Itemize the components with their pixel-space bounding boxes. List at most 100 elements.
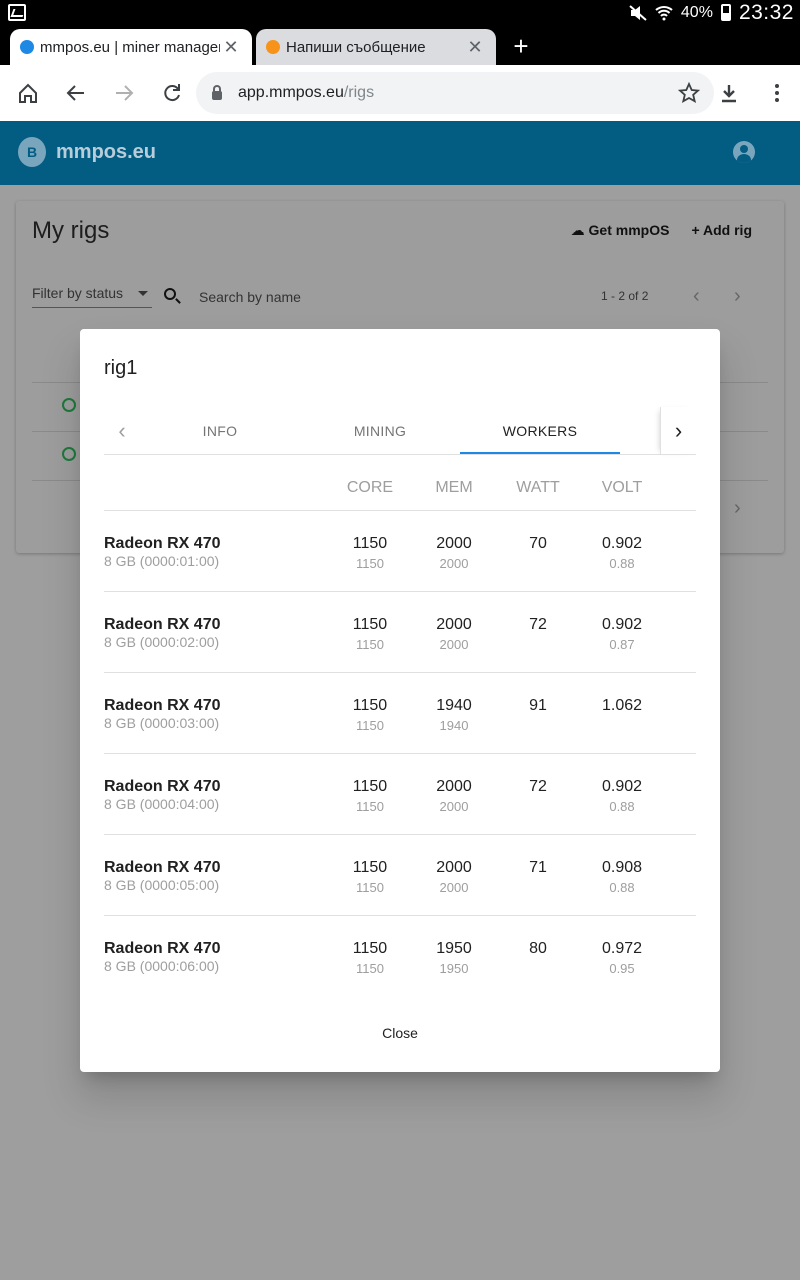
core-clock-target: 1150 xyxy=(356,799,384,814)
table-row: Radeon RX 470 8 GB (0000:03:00) 1150 1150… xyxy=(104,673,696,754)
more-menu-icon[interactable] xyxy=(761,77,793,109)
bookmark-star-icon[interactable] xyxy=(673,77,705,109)
mute-icon xyxy=(629,4,647,21)
power-watt: 72 xyxy=(529,616,547,633)
voltage-target: 0.88 xyxy=(609,556,635,571)
next-page-icon[interactable]: › xyxy=(734,285,741,308)
mem-clock-target: 1950 xyxy=(439,961,469,976)
gpu-memory-slot: 8 GB (0000:06:00) xyxy=(104,958,220,974)
browser-toolbar: app.mmpos.eu/rigs xyxy=(0,65,800,121)
tabs-scroll-right-icon[interactable]: › xyxy=(660,407,696,455)
new-tab-plus-icon[interactable]: + xyxy=(508,32,534,60)
voltage: 0.902 xyxy=(601,616,643,633)
workers-table-header: CORE MEM WATT VOLT xyxy=(104,463,696,511)
tab-workers[interactable]: WORKERS xyxy=(460,407,620,455)
gallery-notification-icon xyxy=(8,4,26,21)
core-clock-target: 1150 xyxy=(356,718,384,733)
voltage-target: 0.88 xyxy=(609,880,635,895)
wifi-icon xyxy=(655,5,673,21)
cloud-download-icon: ☁ xyxy=(570,222,589,238)
table-row: Radeon RX 470 8 GB (0000:04:00) 1150 1150… xyxy=(104,754,696,835)
mem-clock: 2000 xyxy=(436,535,472,552)
gpu-memory-slot: 8 GB (0000:03:00) xyxy=(104,715,220,731)
voltage: 0.902 xyxy=(601,535,643,552)
power-watt: 70 xyxy=(529,535,547,552)
gpu-name: Radeon RX 470 xyxy=(104,778,221,795)
status-ok-icon xyxy=(62,447,76,461)
clock: 23:32 xyxy=(738,0,794,24)
bitcoin-favicon-icon xyxy=(266,40,280,54)
close-tab-icon[interactable]: ✕ xyxy=(464,37,486,58)
prev-page-icon[interactable]: ‹ xyxy=(693,285,700,308)
table-row: Radeon RX 470 8 GB (0000:06:00) 1150 1150… xyxy=(104,916,696,997)
browser-tab-mmpos[interactable]: mmpos.eu | miner management ✕ xyxy=(10,29,252,65)
core-clock-target: 1150 xyxy=(356,556,384,571)
status-filter-select[interactable]: Filter by status xyxy=(32,285,152,308)
get-mmpos-button[interactable]: ☁ Get mmpOS xyxy=(571,222,670,239)
url-domain: app.mmpos.eu xyxy=(238,84,344,101)
gpu-memory-slot: 8 GB (0000:01:00) xyxy=(104,553,220,569)
mem-clock-target: 2000 xyxy=(439,799,469,814)
voltage-target: 0.87 xyxy=(609,637,635,652)
app-header: mmpos.eu xyxy=(0,121,800,185)
mmpos-favicon-icon xyxy=(20,40,34,54)
gpu-name: Radeon RX 470 xyxy=(104,616,221,633)
column-core: CORE xyxy=(346,479,394,496)
mem-clock-target: 2000 xyxy=(439,556,469,571)
chevron-down-icon xyxy=(138,291,148,296)
gpu-memory-slot: 8 GB (0000:02:00) xyxy=(104,634,220,650)
get-mmpos-label: Get mmpOS xyxy=(588,222,670,238)
dialog-tabs: ‹ INFO MINING WORKERS › xyxy=(104,407,696,455)
back-arrow-icon[interactable] xyxy=(60,77,92,109)
core-clock: 1150 xyxy=(352,859,388,876)
brand-name: mmpos.eu xyxy=(56,141,157,163)
url-path: /rigs xyxy=(343,84,375,101)
tab-title: mmpos.eu | miner management xyxy=(40,38,220,56)
mem-clock: 1950 xyxy=(436,940,472,957)
column-volt: VOLT xyxy=(601,479,643,496)
close-tab-icon[interactable]: ✕ xyxy=(220,37,242,58)
pagination-range: 1 - 2 of 2 xyxy=(601,289,649,303)
download-icon[interactable] xyxy=(713,77,745,109)
table-row: Radeon RX 470 8 GB (0000:02:00) 1150 1150… xyxy=(104,592,696,673)
core-clock: 1150 xyxy=(352,697,388,714)
core-clock-target: 1150 xyxy=(356,880,384,895)
browser-tab-message[interactable]: Напиши съобщение ✕ xyxy=(256,29,496,65)
power-watt: 80 xyxy=(529,940,547,957)
page-title: My rigs xyxy=(32,217,110,244)
mem-clock: 2000 xyxy=(436,778,472,795)
tab-mining[interactable]: MINING xyxy=(300,407,460,455)
status-ok-icon xyxy=(62,398,76,412)
column-mem: MEM xyxy=(435,479,473,496)
account-icon[interactable] xyxy=(733,141,755,163)
table-row: Radeon RX 470 8 GB (0000:01:00) 1150 1150… xyxy=(104,511,696,592)
voltage-target: 0.95 xyxy=(609,961,635,976)
tab-info[interactable]: INFO xyxy=(140,407,300,455)
gpu-name: Radeon RX 470 xyxy=(104,535,221,552)
status-bar: 40% 23:32 xyxy=(0,0,800,25)
lock-icon xyxy=(212,84,222,100)
reload-icon[interactable] xyxy=(156,77,188,109)
power-watt: 72 xyxy=(529,778,547,795)
core-clock-target: 1150 xyxy=(356,961,384,976)
browser-tab-strip: mmpos.eu | miner management ✕ Напиши съо… xyxy=(0,25,800,65)
home-icon[interactable] xyxy=(12,77,44,109)
battery-percent: 40% xyxy=(680,3,713,21)
add-rig-button[interactable]: + Add rig xyxy=(691,222,752,239)
mem-clock: 2000 xyxy=(436,616,472,633)
rig-details-dialog: rig1 ‹ INFO MINING WORKERS › CORE MEM WA… xyxy=(80,329,720,1072)
mem-clock-target: 2000 xyxy=(439,880,469,895)
next-icon[interactable]: › xyxy=(734,497,741,520)
gpu-name: Radeon RX 470 xyxy=(104,859,221,876)
close-button[interactable]: Close xyxy=(360,1025,440,1049)
forward-arrow-icon[interactable] xyxy=(108,77,140,109)
voltage: 0.972 xyxy=(601,940,643,957)
mem-clock-target: 2000 xyxy=(439,637,469,652)
core-clock: 1150 xyxy=(352,535,388,552)
core-clock-target: 1150 xyxy=(356,637,384,652)
address-bar[interactable]: app.mmpos.eu/rigs xyxy=(196,72,714,114)
tab-title: Напиши съобщение xyxy=(286,38,426,56)
search-input[interactable]: Search by name xyxy=(199,289,301,305)
mem-clock: 1940 xyxy=(436,697,472,714)
tabs-scroll-left-icon[interactable]: ‹ xyxy=(104,407,140,455)
